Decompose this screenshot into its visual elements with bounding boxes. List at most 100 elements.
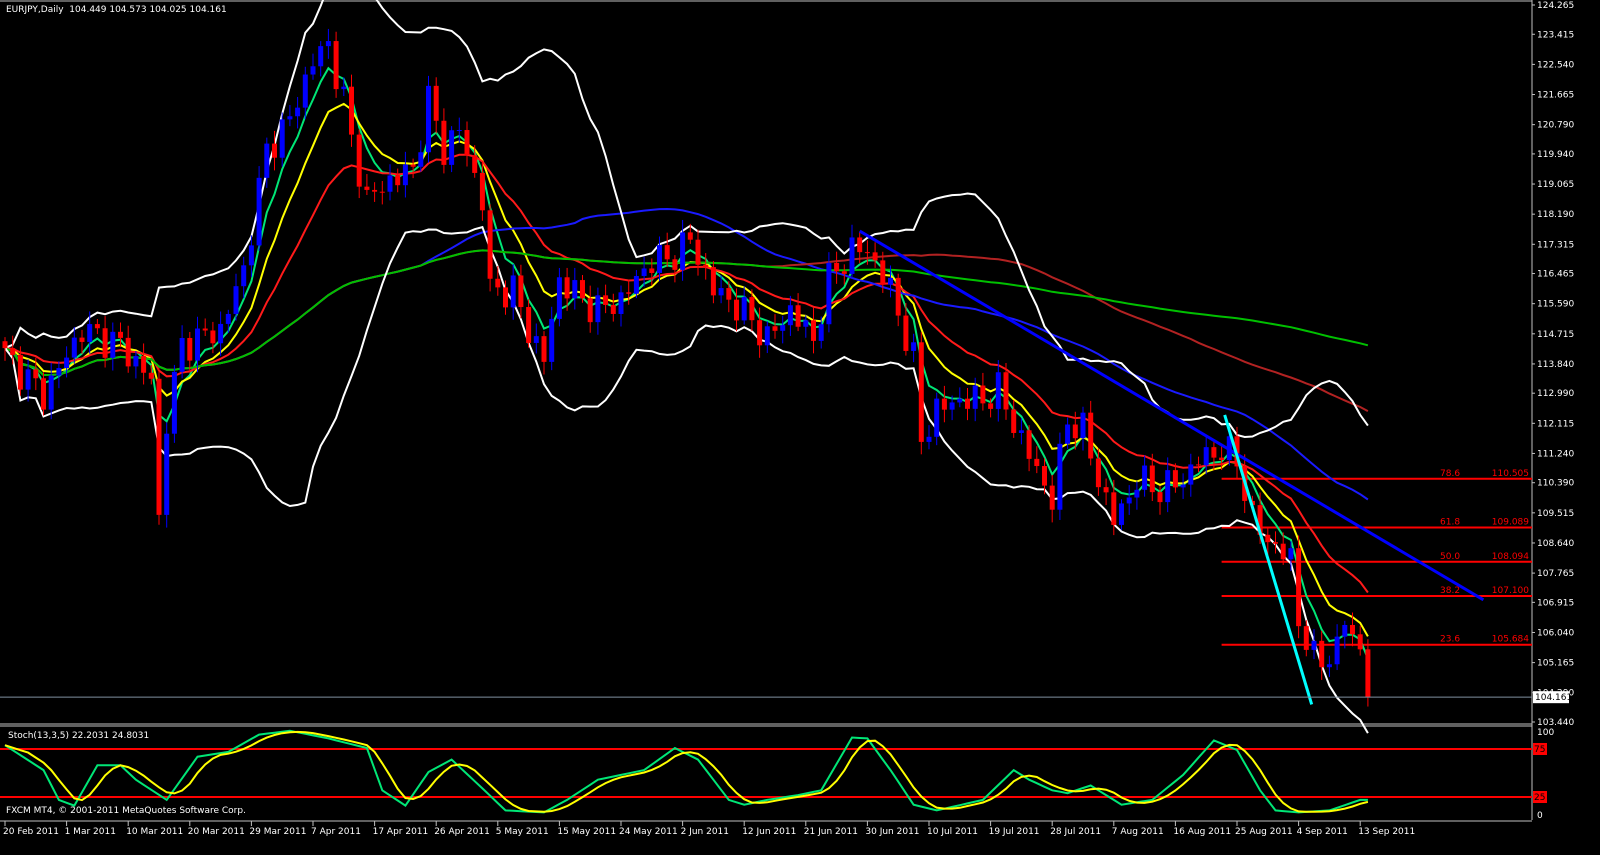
price-tick-label: 110.390 (1537, 479, 1574, 489)
candle-body (1126, 497, 1132, 504)
candle-body (587, 298, 593, 323)
candle-body (87, 324, 93, 342)
candle-body (749, 297, 755, 321)
candle-body (595, 295, 601, 323)
fib-ratio-label: 23.6 (1440, 635, 1460, 645)
fib-ratio-label: 50.0 (1440, 552, 1460, 562)
candle-body (526, 307, 532, 343)
candle (256, 166, 262, 251)
candle-body (703, 264, 709, 268)
candle-body (949, 402, 955, 410)
candle-body (857, 237, 863, 253)
candle-body (418, 152, 424, 167)
candle-body (1265, 534, 1271, 543)
candle-body (618, 292, 624, 314)
candle-body (718, 288, 724, 296)
candle-body (256, 177, 262, 246)
candle-body (957, 398, 963, 403)
candle-body (803, 320, 809, 327)
candle-body (248, 245, 254, 266)
candle-body (872, 252, 878, 261)
price-tick-label: 123.415 (1537, 30, 1574, 40)
time-tick-label: 30 Jun 2011 (865, 827, 919, 837)
candle-body (1296, 548, 1302, 627)
candle-body (133, 356, 139, 367)
candle (426, 75, 431, 163)
price-tick-label: 116.465 (1537, 270, 1574, 280)
fib-ratio-label: 38.2 (1440, 586, 1460, 596)
candle-body (533, 336, 539, 343)
candle-body (456, 130, 462, 132)
candle-body (379, 191, 385, 193)
candle (1057, 432, 1063, 520)
candle-body (218, 323, 224, 344)
candle-body (626, 292, 632, 294)
price-tick-label: 112.990 (1537, 389, 1574, 399)
candle-body (279, 119, 285, 158)
candle-body (764, 326, 770, 346)
candle-body (1280, 543, 1286, 560)
candle-body (94, 324, 100, 329)
candle-body (364, 186, 370, 190)
candle-body (1011, 409, 1017, 433)
candle (41, 372, 46, 416)
stoch-axis-label: 0 (1537, 811, 1543, 821)
candle-body (295, 107, 301, 117)
candle-body (1273, 542, 1278, 544)
candle-body (1103, 487, 1109, 493)
candle-body (56, 368, 62, 376)
candle-body (402, 164, 408, 186)
price-tick-label: 118.190 (1537, 210, 1574, 220)
candle-body (48, 375, 54, 410)
candle-body (1357, 634, 1363, 650)
candle-body (25, 369, 31, 390)
candle-body (672, 259, 678, 270)
fib-ratio-label: 61.8 (1440, 518, 1460, 528)
price-tick-label: 106.040 (1537, 628, 1574, 638)
candle (164, 422, 170, 528)
candle-body (687, 232, 693, 240)
candle-body (302, 74, 308, 108)
stoch-level-label: 25 (1534, 793, 1545, 803)
candle-body (1219, 457, 1225, 461)
time-tick-label: 10 Jul 2011 (927, 827, 978, 837)
candle-body (556, 277, 562, 319)
candle-body (187, 337, 193, 361)
candle-body (780, 325, 786, 331)
price-tick-label: 121.665 (1537, 91, 1574, 101)
candle-body (287, 116, 293, 120)
time-tick-label: 10 Mar 2011 (126, 827, 183, 837)
time-tick-label: 28 Jul 2011 (1050, 827, 1101, 837)
price-tick-label: 112.115 (1537, 419, 1574, 429)
chart-background (0, 0, 1600, 855)
candle-body (2, 341, 8, 349)
price-chart[interactable]: 78.6 110.505 61.8 109.089 50.0 108.094 38.2 107… (0, 0, 1600, 855)
candle-body (926, 436, 932, 442)
candle-body (1119, 503, 1124, 525)
candle-body (1080, 412, 1086, 439)
fib-price-label: 107.100 (1492, 586, 1529, 596)
candle-body (1065, 424, 1071, 444)
candle-body (1326, 664, 1332, 668)
time-tick-label: 13 Sep 2011 (1358, 827, 1415, 837)
candle-body (1350, 624, 1355, 635)
candle-body (1072, 424, 1078, 439)
time-tick-label: 7 Aug 2011 (1112, 827, 1164, 837)
candle-body (880, 260, 886, 285)
candle-body (472, 155, 478, 173)
candle-body (1111, 492, 1117, 525)
price-tick-label: 115.590 (1537, 300, 1574, 310)
candle-body (726, 288, 732, 300)
candle-body (118, 331, 123, 338)
time-tick-label: 20 Feb 2011 (3, 827, 59, 837)
candle-body (233, 286, 239, 314)
price-tick-label: 120.790 (1537, 121, 1574, 131)
candle-body (657, 245, 662, 273)
time-tick-label: 5 May 2011 (496, 827, 549, 837)
candle-body (972, 385, 978, 409)
time-tick-label: 17 Apr 2011 (373, 827, 429, 837)
stoch-values: 22.2031 24.8031 (71, 731, 150, 741)
time-tick-label: 19 Jul 2011 (989, 827, 1040, 837)
candle-body (980, 385, 986, 404)
candle-body (1196, 464, 1201, 466)
